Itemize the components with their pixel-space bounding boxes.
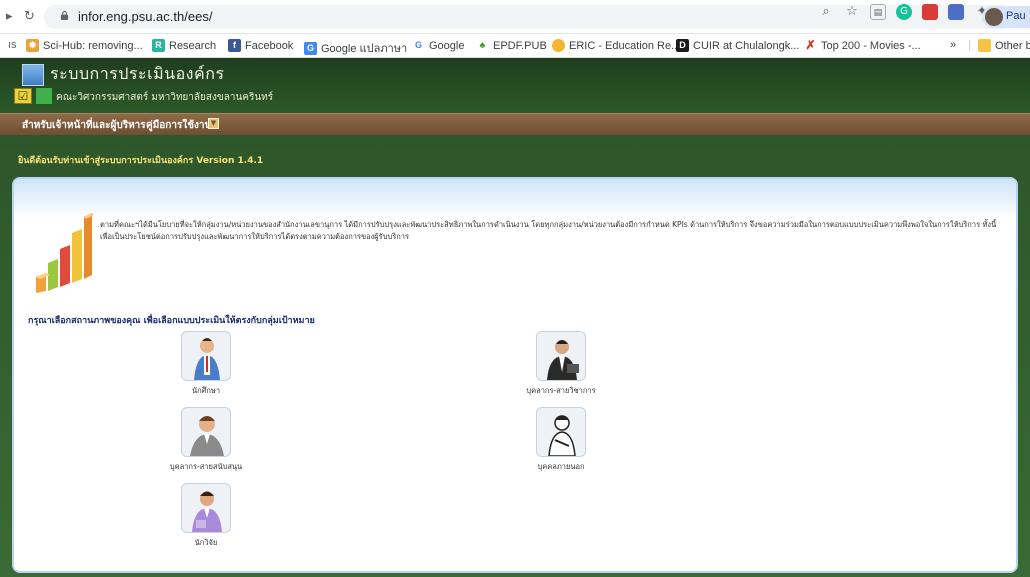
role-student[interactable]: นักศึกษา [141,331,271,397]
intro-paragraph: ตามที่คณะฯได้มีนโยบายที่จะให้กลุ่มงาน/หน… [100,220,997,241]
role-label[interactable]: นักวิจัย [141,537,271,549]
bookmark-item[interactable]: G Google แปลภาษา [304,39,407,57]
bookmark-item[interactable]: G Google [412,39,464,52]
academic-staff-icon[interactable] [536,331,586,381]
role-academic-staff[interactable]: บุคลากร-สายวิชาการ [496,331,626,397]
external-person-icon[interactable] [536,407,586,457]
folder-icon [978,39,991,52]
browser-toolbar: ▸ ↻ infor.eng.psu.ac.th/ees/ ⌕ ☆ ▤ G ✦ P… [0,0,1030,34]
menu-staff[interactable]: สำหรับเจ้าหน้าที่และผู้บริหาร [22,118,146,133]
profile-name: Pau [1006,10,1026,22]
welcome-text: ยินดีต้อนรับท่านเข้าสู่ระบบการประเมินองค… [18,156,264,166]
bookmark-item[interactable]: f Facebook [228,39,293,52]
bar-chart-icon [36,213,94,293]
role-label[interactable]: บุคลากร-สายวิชาการ [496,385,626,397]
zoom-icon[interactable]: ⌕ [818,4,834,20]
site-header: ☑ ระบบการประเมินองค์กร คณะวิศวกรรมศาสตร์… [0,58,1030,113]
logo-green-square-icon [36,88,52,104]
site-menu: สำหรับเจ้าหน้าที่และผู้บริหาร คู่มือการใ… [0,113,1030,135]
eric-icon [552,39,565,52]
avatar [985,8,1003,26]
bookmark-item[interactable]: D CUIR at Chulalongk... [676,39,799,52]
bookmark-item[interactable]: ERIC - Education Re... [552,39,680,52]
grammarly-icon[interactable]: G [896,4,912,20]
address-actions: ⌕ ☆ ▤ G ✦ [818,4,990,20]
site-subtitle: คณะวิศวกรรมศาสตร์ มหาวิทยาลัยสงขลานครินท… [56,92,274,103]
menu-manual[interactable]: คู่มือการใช้งาน [146,118,211,133]
role-support-staff[interactable]: บุคลากร-สายสนับสนุน [141,407,271,473]
bookmark-item[interactable]: R Research [152,39,216,52]
dspace-icon: D [676,39,689,52]
google-icon: G [412,39,425,52]
researchgate-icon: R [152,39,165,52]
separator: | [968,39,971,51]
student-icon[interactable] [181,331,231,381]
profile-chip[interactable]: Pau [982,6,1030,28]
logo-blue-square-icon [22,64,44,86]
researcher-icon[interactable] [181,483,231,533]
content-card: ตามที่คณะฯได้มีนโยบายที่จะให้กลุ่มงาน/หน… [12,177,1018,573]
x-icon: ✗ [804,38,817,52]
forward-icon[interactable]: ▸ [6,9,13,24]
bookmark-star-icon[interactable]: ☆ [844,4,860,20]
role-label[interactable]: นักศึกษา [141,385,271,397]
role-label[interactable]: บุคคลภายนอก [496,461,626,473]
lock-icon [60,11,69,20]
reader-icon[interactable]: ▤ [870,4,886,20]
support-staff-icon[interactable] [181,407,231,457]
role-label[interactable]: บุคลากร-สายสนับสนุน [141,461,271,473]
more-bookmarks-button[interactable]: » [950,39,956,51]
facebook-icon: f [228,39,241,52]
scihub-icon: ✹ [26,39,39,52]
logo-checkbox-icon: ☑ [14,88,32,104]
bookmark-item[interactable]: ♣ EPDF.PUB [476,39,547,52]
bookmark-item[interactable]: ✹ Sci-Hub: removing... [26,39,143,52]
bookmark-item[interactable]: ✗ Top 200 - Movies -... [804,39,921,52]
other-bookmarks-button[interactable]: Other b [978,39,1030,52]
dropdown-arrow-icon[interactable]: ▼ [208,118,219,129]
bookmarks-overflow-left: ıs [8,39,17,51]
card-gradient [14,179,1016,219]
extension-red-icon[interactable] [922,4,938,20]
bookmarks-bar: ıs ✹ Sci-Hub: removing... R Research f F… [0,34,1030,58]
google-translate-icon: G [304,41,317,55]
main-content: ยินดีต้อนรับท่านเข้าสู่ระบบการประเมินองค… [0,135,1030,577]
role-external-person[interactable]: บุคคลภายนอก [496,407,626,473]
role-researcher[interactable]: นักวิจัย [141,483,271,549]
reload-icon[interactable]: ↻ [24,9,35,24]
epdf-icon: ♣ [476,39,489,52]
role-prompt: กรุณาเลือกสถานภาพของคุณ เพื่อเลือกแบบประ… [28,316,315,326]
site-title: ระบบการประเมินองค์กร [50,64,225,83]
extension-blue-icon[interactable] [948,4,964,20]
url-text: infor.eng.psu.ac.th/ees/ [78,9,213,24]
